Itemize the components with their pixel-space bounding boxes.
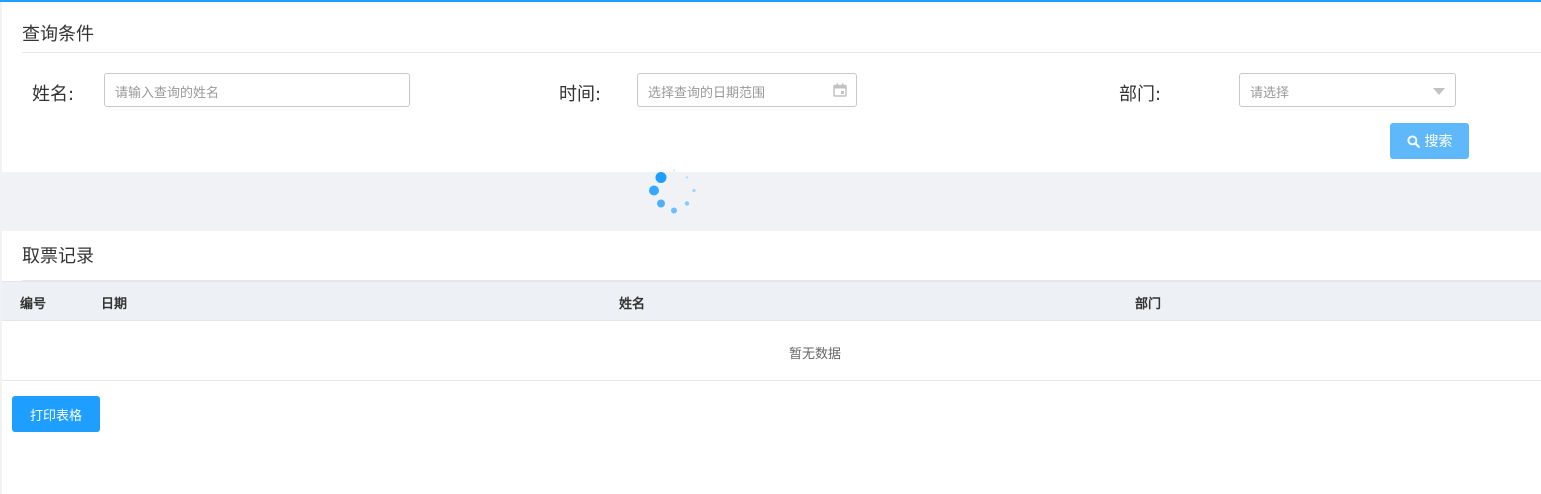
empty-state-text: 暂无数据 xyxy=(789,347,842,362)
time-label: 时间: xyxy=(559,84,602,105)
loading-area xyxy=(2,172,1541,231)
query-panel: 查询条件 姓名: 请输入查询的姓名 时间: 选择查询的日期范围 部门: 请选择 … xyxy=(2,2,1541,172)
dept-label: 部门: xyxy=(1119,84,1162,105)
column-header-id: 编号 xyxy=(20,297,47,312)
date-range-placeholder: 选择查询的日期范围 xyxy=(648,86,766,101)
name-input[interactable]: 请输入查询的姓名 xyxy=(104,73,410,107)
search-button[interactable]: 搜索 xyxy=(1390,123,1469,159)
dept-select[interactable]: 请选择 xyxy=(1239,73,1456,107)
search-icon xyxy=(1406,134,1420,148)
table-header: 编号 日期 姓名 部门 xyxy=(2,281,1541,321)
query-panel-title: 查询条件 xyxy=(22,24,94,45)
column-header-name: 姓名 xyxy=(619,297,646,312)
calendar-icon xyxy=(833,83,847,97)
column-header-date: 日期 xyxy=(101,297,128,312)
name-label: 姓名: xyxy=(32,84,75,105)
loading-spinner-icon xyxy=(649,169,696,214)
date-range-input[interactable]: 选择查询的日期范围 xyxy=(637,73,857,107)
print-table-button[interactable]: 打印表格 xyxy=(12,396,100,432)
table-empty-row: 暂无数据 xyxy=(2,321,1541,381)
divider xyxy=(22,52,1541,53)
records-panel-title: 取票记录 xyxy=(22,246,94,267)
name-input-placeholder: 请输入查询的姓名 xyxy=(115,86,220,101)
chevron-down-icon xyxy=(1433,88,1445,95)
search-button-label: 搜索 xyxy=(1424,134,1453,150)
column-header-dept: 部门 xyxy=(1135,297,1162,312)
records-table: 编号 日期 姓名 部门 暂无数据 xyxy=(2,281,1541,381)
dept-select-placeholder: 请选择 xyxy=(1250,86,1290,101)
